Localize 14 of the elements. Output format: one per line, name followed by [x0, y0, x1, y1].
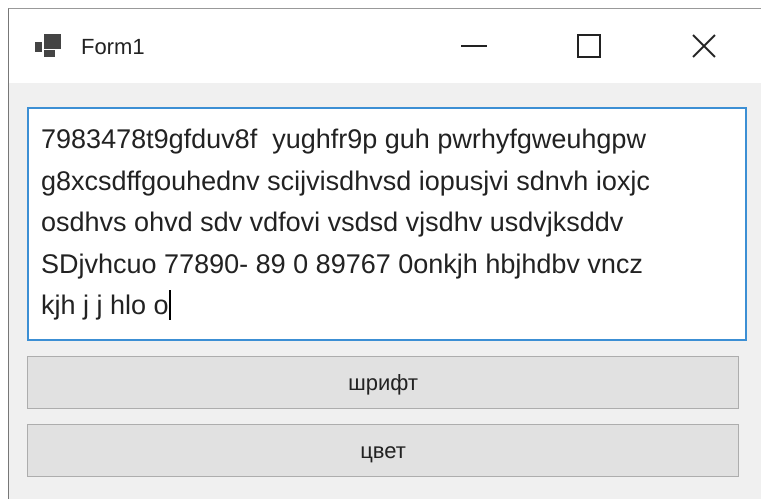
text-field[interactable]: [27, 107, 747, 341]
action-button[interactable]: шрифт: [27, 356, 739, 409]
app-icon: [35, 34, 63, 58]
text-line: kjh j j hlo o: [41, 290, 169, 320]
text-line: g8xcsdffgouhednv scijvisdhvsd iopusjvi sdnvh ioxjc: [41, 166, 650, 196]
text-line: osdhvs ohvd sdv vdfovi vsdsd vjsdhv usdvjksddv: [41, 207, 624, 237]
text-line: SDjvhcuo 77890- 89 0 89767 0onkjh hbjhdbv vncz: [41, 248, 643, 278]
text-line: 7983478t9gfduv8f yughfr9p guh pwrhyfgweuhgpw: [41, 124, 646, 154]
maximize-icon: [576, 34, 600, 58]
minimize-icon: [460, 45, 486, 47]
window-title: Form1: [81, 32, 145, 60]
action-button[interactable]: цвет: [27, 424, 739, 477]
close-icon: [692, 34, 716, 58]
text-cursor: [168, 290, 171, 320]
